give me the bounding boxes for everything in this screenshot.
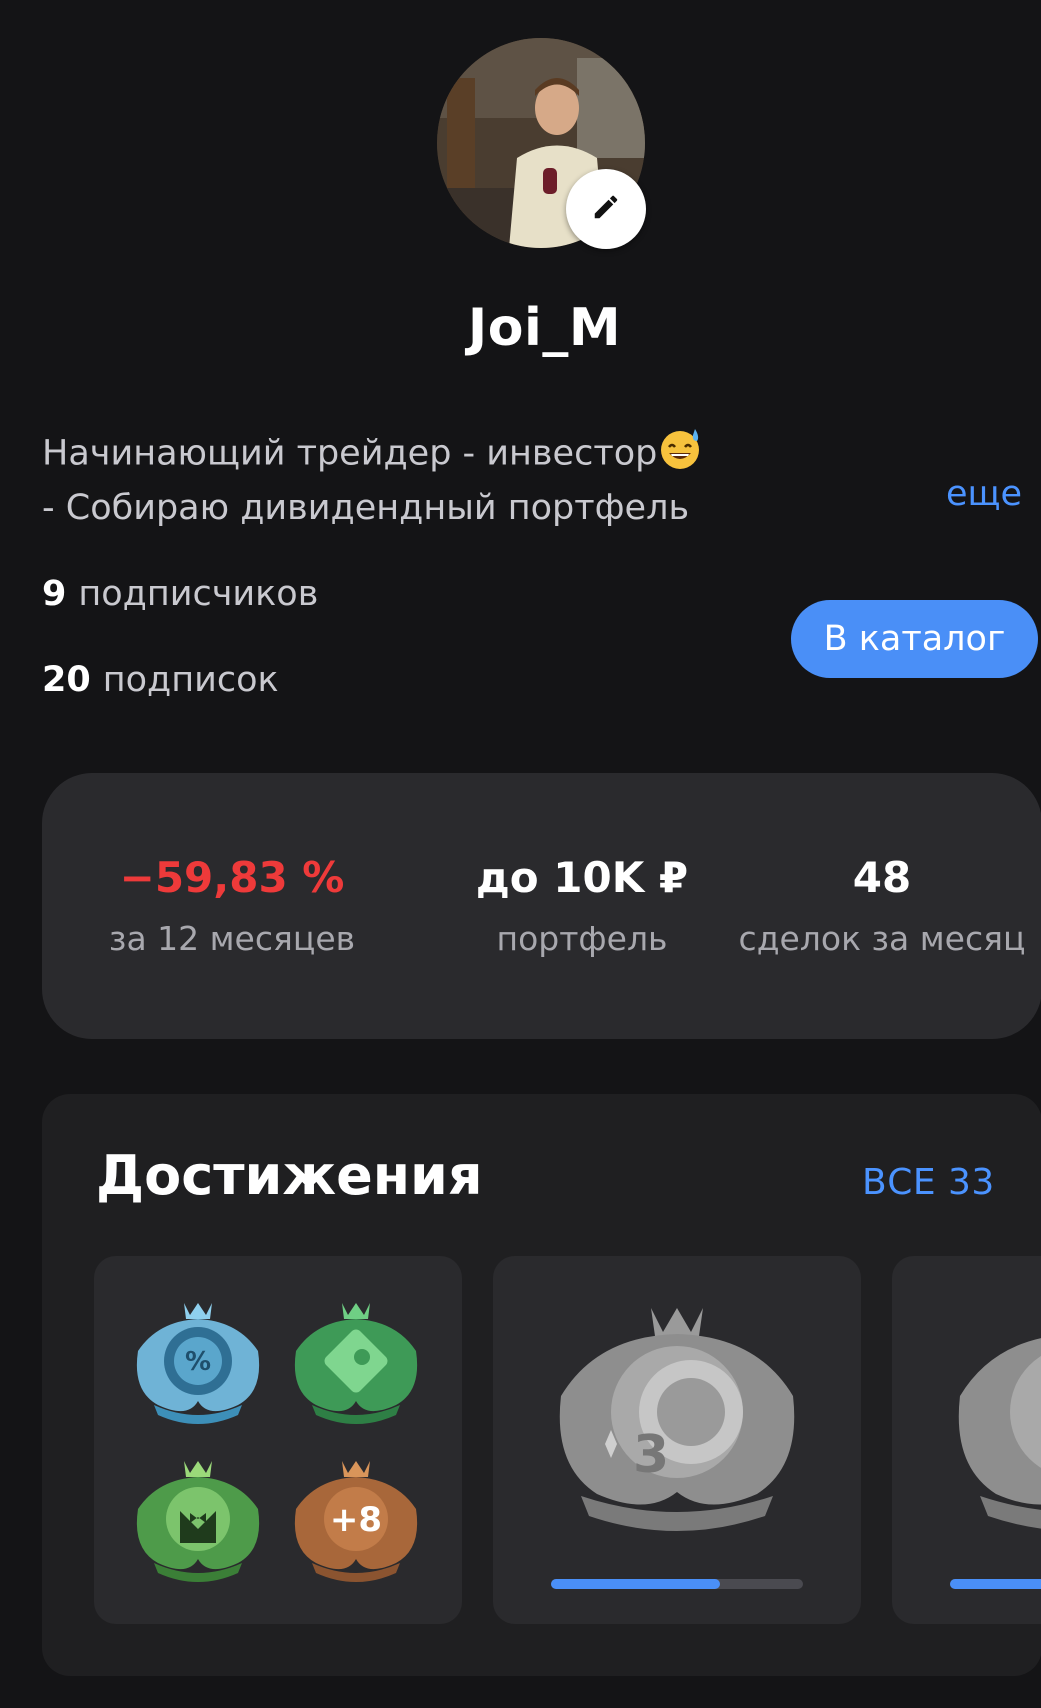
bio-line-1: Начинающий трейдер - инвестор xyxy=(42,433,658,474)
return-value: −59,83 % xyxy=(119,853,345,902)
subscribers-count: 9 xyxy=(42,574,67,614)
achievements-all-link[interactable]: ВСЕ 33 xyxy=(862,1162,995,1203)
coin-progress-track xyxy=(551,1579,803,1589)
svg-text:3: 3 xyxy=(633,1425,669,1485)
subscriptions-link[interactable]: 20 подписок xyxy=(42,660,279,700)
coin-progress-fill xyxy=(551,1579,720,1589)
achievement-badges-grid: % +8 xyxy=(136,1303,418,1582)
deals-value: 48 xyxy=(852,853,912,902)
portfolio-value: до 10K ₽ xyxy=(475,853,689,902)
catalog-button[interactable]: В каталог xyxy=(791,600,1038,678)
portfolio-stats-card[interactable]: −59,83 % за 12 месяцев до 10K ₽ портфель… xyxy=(42,773,1041,1039)
achievement-tile-coin[interactable]: 3 xyxy=(493,1256,861,1624)
achievement-tile-locked[interactable] xyxy=(892,1256,1041,1624)
tuxedo-badge-icon xyxy=(136,1461,260,1582)
coin-badge-icon: 3 xyxy=(559,1308,795,1531)
puzzle-badge-icon xyxy=(294,1303,418,1424)
deals-label: сделок за месяц xyxy=(738,919,1026,958)
more-badges-icon: +8 xyxy=(294,1461,418,1582)
bio-line-2: - Собираю дивидендный портфель xyxy=(42,488,690,528)
subscribers-link[interactable]: 9 подписчиков xyxy=(42,574,318,614)
edit-avatar-button[interactable] xyxy=(566,169,646,249)
return-metric: −59,83 % за 12 месяцев xyxy=(82,773,382,1039)
locked-badge-icon xyxy=(958,1338,1041,1529)
locked-progress-fill xyxy=(950,1579,1041,1589)
username: Joi_M xyxy=(467,298,622,358)
return-label: за 12 месяцев xyxy=(108,919,356,958)
pencil-icon xyxy=(591,192,621,226)
more-badges-count: +8 xyxy=(330,1500,382,1540)
more-link[interactable]: еще xyxy=(946,474,1022,514)
locked-progress-track xyxy=(950,1579,1041,1589)
svg-text:%: % xyxy=(185,1347,211,1377)
achievement-tile-group[interactable]: % +8 xyxy=(94,1256,462,1624)
subscriptions-label: подписок xyxy=(102,660,279,700)
bio-text: Начинающий трейдер - инвестор - Собираю … xyxy=(42,425,802,532)
achievements-title: Достижения xyxy=(96,1144,483,1207)
deals-metric: 48 сделок за месяц xyxy=(712,773,1041,1039)
percent-badge-icon: % xyxy=(136,1303,260,1424)
subscriptions-count: 20 xyxy=(42,660,91,700)
portfolio-label: портфель xyxy=(496,919,668,958)
portfolio-metric: до 10K ₽ портфель xyxy=(422,773,742,1039)
sweat-smile-emoji-icon xyxy=(657,425,703,484)
subscribers-label: подписчиков xyxy=(78,574,319,614)
